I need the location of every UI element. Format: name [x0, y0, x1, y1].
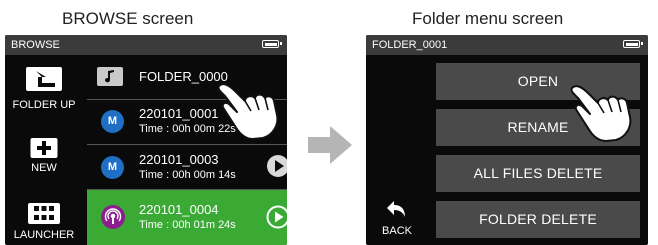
file-duration: Time : 00h 01m 24s [139, 219, 236, 231]
mono-badge-icon: M [101, 156, 124, 179]
folder-delete-button[interactable]: FOLDER DELETE [436, 201, 640, 238]
back-label: BACK [382, 225, 412, 237]
folder-up-button[interactable]: FOLDER UP [5, 61, 83, 121]
open-label: OPEN [517, 73, 559, 89]
new-button[interactable]: NEW [5, 130, 83, 185]
battery-icon [262, 40, 282, 48]
folder-menu-status-title: FOLDER_0001 [372, 39, 448, 51]
browse-screen: BROWSE FOLDER UP NEW LAUNCHER FOLDER_000… [5, 35, 287, 245]
folder-menu-status-bar: FOLDER_0001 [366, 35, 648, 55]
mono-badge-icon: M [101, 110, 124, 133]
play-icon[interactable] [266, 154, 287, 183]
file-row[interactable]: M 220101_0003 Time : 00h 00m 14s [87, 145, 287, 190]
launcher-label: LAUNCHER [13, 229, 75, 241]
all-files-delete-label: ALL FILES DELETE [473, 165, 603, 181]
folder-music-icon [97, 67, 123, 86]
folder-row[interactable]: FOLDER_0000 [87, 56, 287, 100]
open-button[interactable]: OPEN [436, 63, 640, 100]
transition-arrow-icon [308, 126, 352, 169]
folder-up-icon [26, 67, 62, 91]
folder-up-label: FOLDER UP [12, 99, 76, 111]
file-name: 220101_0001 [139, 106, 219, 121]
file-duration: Time : 00h 00m 14s [139, 169, 236, 181]
back-button[interactable]: BACK [366, 187, 428, 245]
launcher-grid-icon [28, 203, 60, 224]
file-row[interactable]: M 220101_0001 Time : 00h 00m 22s [87, 100, 287, 145]
file-name: 220101_0003 [139, 152, 219, 167]
file-name: 220101_0004 [139, 202, 219, 217]
file-row-selected[interactable]: 220101_0004 Time : 00h 01m 24s [87, 190, 287, 245]
browse-status-bar: BROWSE [5, 35, 287, 55]
browse-screen-caption: BROWSE screen [62, 9, 194, 28]
folder-name: FOLDER_0000 [139, 69, 228, 84]
all-files-delete-button[interactable]: ALL FILES DELETE [436, 155, 640, 192]
rename-label: RENAME [507, 119, 569, 135]
podcast-icon [101, 205, 125, 229]
launcher-button[interactable]: LAUNCHER [5, 195, 83, 245]
rename-button[interactable]: RENAME [436, 109, 640, 146]
folder-delete-label: FOLDER DELETE [479, 211, 597, 227]
file-duration: Time : 00h 00m 22s [139, 123, 236, 135]
play-icon[interactable] [266, 205, 287, 234]
battery-icon [623, 40, 643, 48]
plus-icon [30, 138, 58, 158]
new-label: NEW [31, 162, 57, 174]
folder-menu-caption: Folder menu screen [412, 9, 564, 28]
browse-status-title: BROWSE [11, 39, 60, 51]
back-arrow-icon [386, 199, 408, 224]
folder-menu-screen: FOLDER_0001 OPEN RENAME ALL FILES DELETE… [366, 35, 648, 245]
